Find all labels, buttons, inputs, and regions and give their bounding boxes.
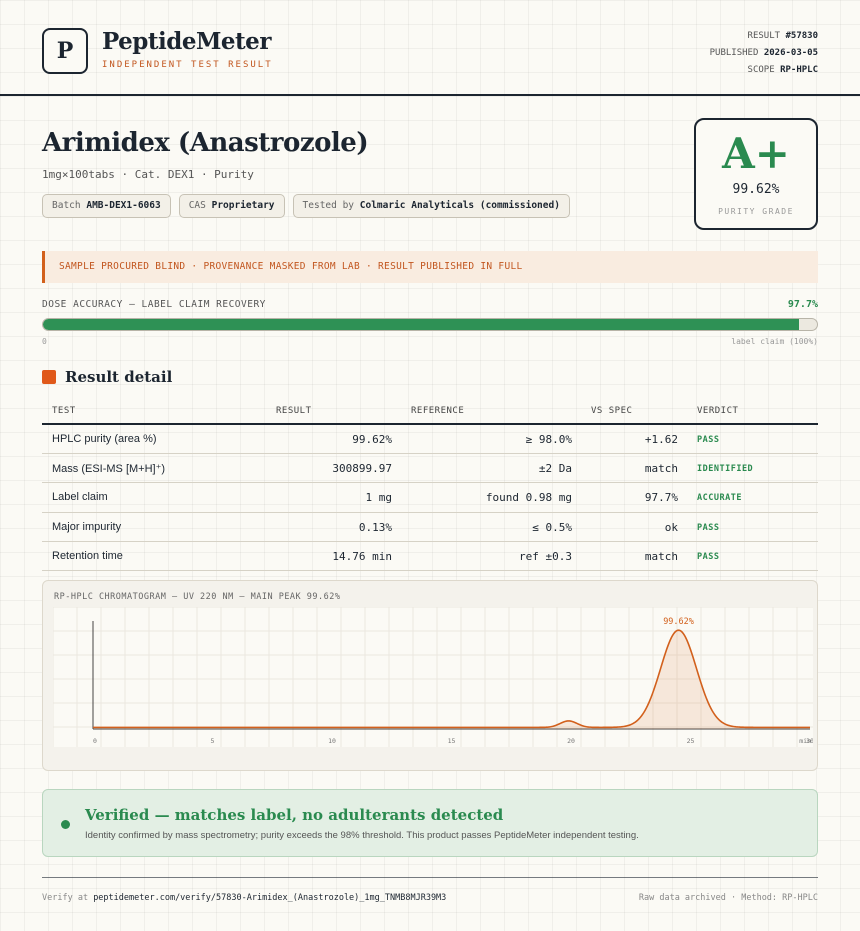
cell-reference: ref ±0.3 <box>519 549 572 563</box>
peak-label: 99.62% <box>663 617 694 627</box>
header-vs-spec: VS SPEC <box>591 406 633 416</box>
cell-test: Mass (ESI-MS [M+H]⁺) <box>52 463 166 476</box>
cell-result: 0.13% <box>358 520 392 534</box>
chromatogram-chart: 99.62%0 5 10 15 20 25 30min <box>53 607 813 747</box>
section-marker-icon <box>42 370 56 384</box>
cell-vs-spec: 97.7% <box>644 491 678 505</box>
cell-reference: ≥ 98.0% <box>525 433 572 446</box>
verified-banner: Verified — matches label, no adulterants… <box>42 789 818 857</box>
cell-test: Major impurity <box>52 520 122 533</box>
cell-test: HPLC purity (area %) <box>52 433 157 445</box>
x-tick-label: 25 <box>687 737 695 745</box>
verified-title: Verified — matches label, no adulterants… <box>85 806 504 824</box>
dose-accuracy-fill <box>43 319 800 330</box>
cell-reference: ±2 Da <box>538 462 572 476</box>
cell-vs-spec: match <box>644 462 678 476</box>
brand-name: PeptideMeter <box>102 28 271 55</box>
bar-min-label: 0 <box>42 337 47 346</box>
cell-verdict: PASS <box>697 551 720 562</box>
verified-subtitle: Identity confirmed by mass spectrometry;… <box>85 830 639 841</box>
header-reference: REFERENCE <box>411 406 465 416</box>
verify-link[interactable]: Verify at peptidemeter.com/verify/57830-… <box>42 893 446 903</box>
dose-accuracy-label: DOSE ACCURACY — LABEL CLAIM RECOVERY <box>42 299 266 310</box>
purity-grade-card: A+ 99.62% PURITY GRADE <box>694 118 818 230</box>
meta-published: PUBLISHED 2026-03-05 <box>709 48 818 58</box>
report-meta: RESULT #57830 PUBLISHED 2026-03-05 SCOPE… <box>710 28 818 79</box>
product-subtitle: 1mg×100tabs · Cat. DEX1 · Purity <box>42 168 254 181</box>
table-row: Label claim 1 mg found 0.98 mg 97.7% ACC… <box>42 483 818 513</box>
grade-label: PURITY GRADE <box>718 207 794 216</box>
table-row: Retention time 14.76 min ref ±0.3 match … <box>42 542 818 571</box>
cell-test: Retention time <box>52 549 123 562</box>
grade-purity: 99.62% <box>732 182 780 197</box>
product-chips: Batch AMB-DEX1-6063 CAS Proprietary Test… <box>42 194 570 218</box>
cell-verdict: IDENTIFIED <box>697 464 754 475</box>
table-row: Mass (ESI-MS [M+H]⁺) 300899.97 ±2 Da mat… <box>42 454 818 484</box>
header-verdict: VERDICT <box>697 406 739 416</box>
cell-result: 14.76 min <box>332 549 392 563</box>
x-tick-label: 10 <box>328 737 336 745</box>
brand-logo: P <box>42 28 88 74</box>
cell-vs-spec: ok <box>664 520 678 534</box>
cell-verdict: ACCURATE <box>697 493 742 504</box>
footer-divider <box>42 877 818 878</box>
table-header: TEST RESULT REFERENCE VS SPEC VERDICT <box>42 400 818 425</box>
grade-letter: A+ <box>722 129 790 178</box>
procurement-notice: SAMPLE PROCURED BLIND · PROVENANCE MASKE… <box>42 251 818 283</box>
x-tick-label: 5 <box>211 737 215 745</box>
section-title: Result detail <box>65 368 173 386</box>
footer-method: Raw data archived · Method: RP-HPLC <box>638 893 818 903</box>
table-row: Major impurity 0.13% ≤ 0.5% ok PASS <box>42 513 818 542</box>
table-row: HPLC purity (area %) 99.62% ≥ 98.0% +1.6… <box>42 425 818 455</box>
product-title: Arimidex (Anastrozole) <box>42 128 369 158</box>
cell-result: 1 mg <box>365 491 393 505</box>
results-table: TEST RESULT REFERENCE VS SPEC VERDICT HP… <box>42 400 818 571</box>
bar-max-label: label claim (100%) <box>731 337 818 346</box>
cell-vs-spec: +1.62 <box>644 433 678 446</box>
x-unit-label: min <box>799 737 811 745</box>
dose-accuracy-bar <box>42 318 818 331</box>
chromatogram-title: RP-HPLC CHROMATOGRAM — UV 220 NM — MAIN … <box>54 592 341 602</box>
cell-verdict: PASS <box>697 435 720 445</box>
x-tick-label: 15 <box>448 737 456 745</box>
cell-verdict: PASS <box>697 522 720 533</box>
cell-reference: ≤ 0.5% <box>532 520 572 534</box>
cell-result: 99.62% <box>352 433 392 446</box>
chromatogram-panel: RP-HPLC CHROMATOGRAM — UV 220 NM — MAIN … <box>42 580 818 771</box>
header-test: TEST <box>52 406 76 416</box>
header-result: RESULT <box>276 406 312 416</box>
x-tick-label: 0 <box>93 737 97 745</box>
brand-tagline: INDEPENDENT TEST RESULT <box>102 60 273 70</box>
report-header: P PeptideMeter INDEPENDENT TEST RESULT R… <box>0 0 860 96</box>
cell-result: 300899.97 <box>332 462 392 476</box>
cell-test: Label claim <box>52 491 108 504</box>
verified-dot-icon <box>61 820 70 829</box>
meta-scope: SCOPE RP-HPLC <box>747 65 818 75</box>
meta-result: RESULT #57830 <box>747 31 818 41</box>
cas-chip: CAS Proprietary <box>178 194 285 218</box>
tested-by-chip: Tested by Colmaric Analyticals (commissi… <box>292 194 570 218</box>
batch-chip: Batch AMB-DEX1-6063 <box>42 194 171 218</box>
x-tick-label: 20 <box>567 737 575 745</box>
cell-vs-spec: match <box>644 549 678 563</box>
cell-reference: found 0.98 mg <box>485 491 572 505</box>
dose-accuracy-value: 97.7% <box>787 299 818 310</box>
